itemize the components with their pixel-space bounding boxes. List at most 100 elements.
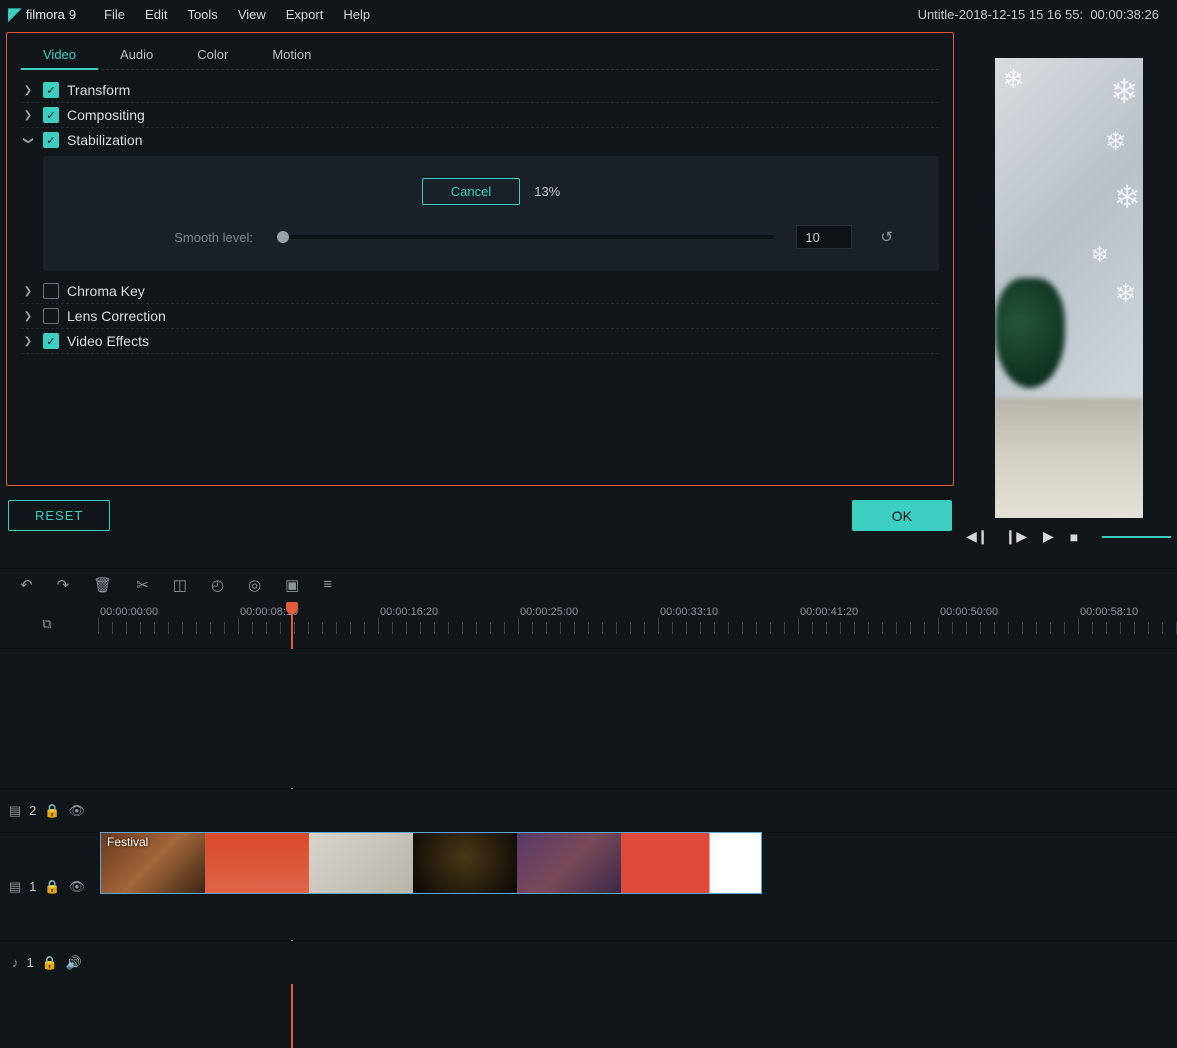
clip-thumbnail xyxy=(205,833,309,893)
delete-icon[interactable]: 🗑 xyxy=(93,576,112,594)
menu-view[interactable]: View xyxy=(228,3,276,26)
menu-file[interactable]: File xyxy=(94,3,135,26)
playhead-handle[interactable] xyxy=(286,602,298,614)
audio-track-icon: ♪ xyxy=(12,955,19,970)
preview-decor xyxy=(995,278,1065,388)
tab-audio[interactable]: Audio xyxy=(98,41,175,69)
ruler-ticks-minor xyxy=(98,622,1177,634)
tab-color[interactable]: Color xyxy=(175,41,250,69)
reset-icon[interactable]: ↺ xyxy=(874,228,899,246)
clip-thumbnail xyxy=(309,833,413,893)
lock-icon[interactable]: 🔒 xyxy=(42,955,58,971)
section-video-effects[interactable]: ❯ ✓ Video Effects xyxy=(21,329,939,354)
ok-button[interactable]: OK xyxy=(852,500,952,531)
timeline-toolbar: ↶ ↷ 🗑 ✂ ◫ ◴ ◎ ▣ ≡ xyxy=(0,568,1177,600)
clip-thumbnail xyxy=(413,833,517,893)
adjust-icon[interactable]: ≡ xyxy=(323,576,332,593)
cut-icon[interactable]: ✂ xyxy=(136,576,149,594)
slider-thumb[interactable] xyxy=(277,231,289,243)
section-chroma-key[interactable]: ❯ Chroma Key xyxy=(21,279,939,304)
timeline-ruler[interactable]: 00:00:00:00 00:00:08:10 00:00:16:20 00:0… xyxy=(98,600,1177,648)
smooth-level-slider[interactable] xyxy=(275,235,774,239)
track-audio-1: ♪ 1 🔒 🔊 xyxy=(0,940,1177,984)
menu-tools[interactable]: Tools xyxy=(177,3,227,26)
chevron-right-icon: ❯ xyxy=(21,336,35,347)
ruler-tick: 00:00:00:00 xyxy=(100,606,158,618)
clip-thumbnail xyxy=(725,833,762,893)
clip-label: Festival xyxy=(107,835,148,849)
redo-icon[interactable]: ↷ xyxy=(57,576,70,594)
volume-slider[interactable] xyxy=(1102,536,1171,538)
prev-frame-button[interactable]: ◀❙ xyxy=(966,528,989,545)
speaker-icon[interactable]: 🔊 xyxy=(66,955,82,971)
timeline-clip[interactable]: Festival xyxy=(100,832,762,894)
color-icon[interactable]: ◎ xyxy=(248,576,261,594)
snowflake-icon: ❄ xyxy=(1114,178,1141,216)
ruler-tick: 00:00:25:00 xyxy=(520,606,578,618)
crop-icon[interactable]: ◫ xyxy=(173,576,187,594)
track-video-2: ▤ 2 🔒 👁 xyxy=(0,788,1177,832)
checkbox-compositing[interactable]: ✓ xyxy=(43,107,59,123)
preview-viewport: ❄ ❄ ❄ ❄ ❄ ❄ xyxy=(960,58,1177,518)
video-track-icon: ▤ xyxy=(9,879,21,895)
track-number: 1 xyxy=(29,879,36,894)
snowflake-icon: ❄ xyxy=(1003,64,1025,95)
screenshot-icon[interactable]: ▣ xyxy=(285,576,299,594)
section-compositing[interactable]: ❯ ✓ Compositing xyxy=(21,103,939,128)
checkbox-chroma[interactable] xyxy=(43,283,59,299)
menu-help[interactable]: Help xyxy=(333,3,380,26)
tab-motion[interactable]: Motion xyxy=(250,41,333,69)
menu-edit[interactable]: Edit xyxy=(135,3,177,26)
reset-button[interactable]: RESET xyxy=(8,500,110,531)
ruler-tick: 00:00:33:10 xyxy=(660,606,718,618)
menu-export[interactable]: Export xyxy=(276,3,334,26)
label-effects: Video Effects xyxy=(67,333,149,349)
chevron-right-icon: ❯ xyxy=(21,311,35,322)
track-video-1: ▤ 1 🔒 👁 Festival xyxy=(0,832,1177,940)
eye-icon[interactable]: 👁 xyxy=(69,803,86,819)
snowflake-icon: ❄ xyxy=(1105,126,1127,157)
app-logo: ◤ filmora9 xyxy=(8,5,76,23)
ruler-tick: 00:00:16:20 xyxy=(380,606,438,618)
track-manager-button[interactable]: ⧉ xyxy=(0,600,98,648)
checkbox-stabilization[interactable]: ✓ xyxy=(43,132,59,148)
track-manager-icon: ⧉ xyxy=(42,616,51,632)
checkbox-effects[interactable]: ✓ xyxy=(43,333,59,349)
property-tabs: Video Audio Color Motion xyxy=(21,41,939,70)
properties-outline: Video Audio Color Motion ❯ ✓ Transform ❯… xyxy=(6,32,954,486)
checkbox-lens[interactable] xyxy=(43,308,59,324)
panel-footer: RESET OK xyxy=(6,486,954,545)
chevron-right-icon: ❯ xyxy=(21,286,35,297)
clip-thumbnail xyxy=(517,833,621,893)
track-number: 1 xyxy=(26,955,33,970)
smooth-level-label: Smooth level: xyxy=(83,230,253,245)
ruler-tick: 00:00:50:00 xyxy=(940,606,998,618)
snowflake-icon: ❄ xyxy=(1091,242,1109,268)
play-button[interactable]: ▶ xyxy=(1043,528,1054,545)
clip-waveform xyxy=(101,893,761,894)
eye-icon[interactable]: 👁 xyxy=(69,879,86,895)
undo-icon[interactable]: ↶ xyxy=(20,576,33,594)
track-head-v2: ▤ 2 🔒 👁 xyxy=(0,789,98,832)
section-stabilization[interactable]: ❯ ✓ Stabilization xyxy=(21,128,939,152)
cancel-button[interactable]: Cancel xyxy=(422,178,520,205)
tab-video[interactable]: Video xyxy=(21,41,98,70)
project-duration: 00:00:38:26 xyxy=(1090,7,1159,22)
smooth-level-value[interactable]: 10 xyxy=(796,225,852,249)
snowflake-icon: ❄ xyxy=(1115,278,1137,309)
checkbox-transform[interactable]: ✓ xyxy=(43,82,59,98)
label-stabilization: Stabilization xyxy=(67,132,143,148)
chevron-down-icon: ❯ xyxy=(23,133,34,147)
section-lens-correction[interactable]: ❯ Lens Correction xyxy=(21,304,939,329)
clip-thumbnail xyxy=(621,833,725,893)
stabilization-progress: 13% xyxy=(534,184,560,199)
transport-controls: ◀❙ ❙▶ ▶ ■ xyxy=(960,518,1177,555)
menu-bar: ◤ filmora9 File Edit Tools View Export H… xyxy=(0,0,1177,28)
next-frame-button[interactable]: ❙▶ xyxy=(1005,528,1028,545)
preview-frame: ❄ ❄ ❄ ❄ ❄ ❄ xyxy=(995,58,1143,518)
section-transform[interactable]: ❯ ✓ Transform xyxy=(21,78,939,103)
stop-button[interactable]: ■ xyxy=(1070,529,1078,545)
lock-icon[interactable]: 🔒 xyxy=(44,803,60,819)
lock-icon[interactable]: 🔒 xyxy=(44,879,60,895)
speed-icon[interactable]: ◴ xyxy=(211,576,224,594)
